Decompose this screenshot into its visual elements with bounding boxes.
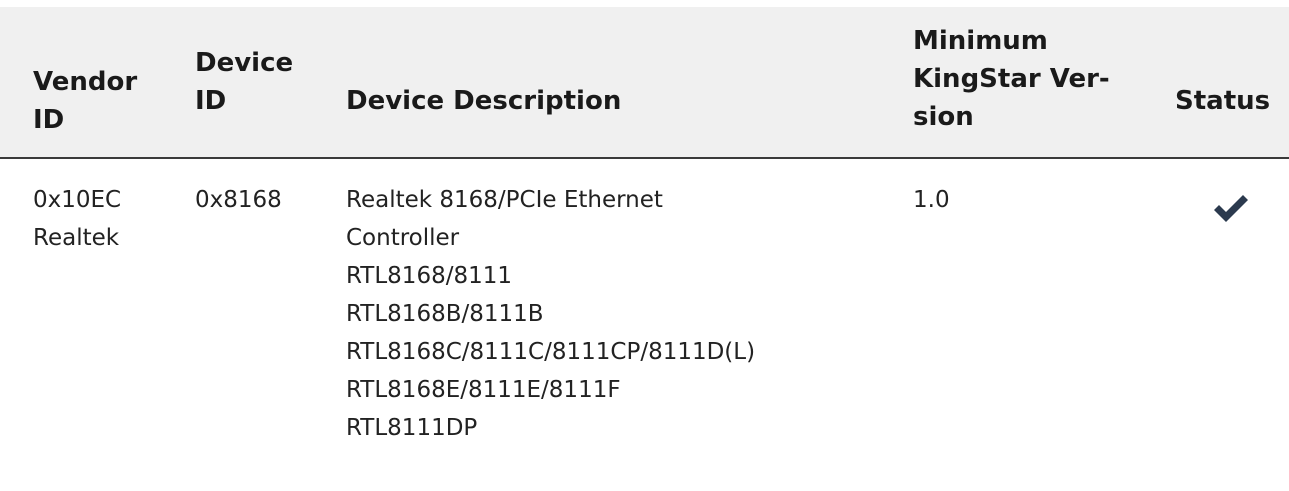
header-vendor-id-line: Vendor [33, 67, 138, 97]
description-line: RTL8168B/8111B [346, 301, 544, 327]
header-device-id-line: ID [195, 86, 227, 116]
cell-minimum-version: 1.0 [913, 181, 1113, 219]
cell-device-id: 0x8168 [195, 181, 315, 219]
header-device-description-label: Device Description [346, 86, 622, 116]
description-line: Controller [346, 225, 460, 251]
header-device-id: Device ID [195, 44, 315, 120]
device-id-hex: 0x8168 [195, 187, 282, 213]
description-line: RTL8168E/8111E/8111F [346, 377, 621, 403]
checkmark-icon [1214, 195, 1248, 222]
header-vendor-id-line: ID [33, 105, 65, 135]
description-line: RTL8111DP [346, 415, 478, 441]
vendor-id-hex: 0x10EC [33, 187, 122, 213]
header-device-id-line: Device [195, 48, 294, 78]
description-line: Realtek 8168/PCIe Ethernet [346, 187, 663, 213]
vendor-name: Realtek [33, 225, 120, 251]
cell-vendor-id: 0x10EC Realtek [33, 181, 183, 257]
header-device-description: Device Description [346, 82, 846, 120]
header-minimum-version: Minimum KingStar Ver- sion [913, 22, 1153, 136]
cell-device-description: Realtek 8168/PCIe Ethernet Controller RT… [346, 181, 906, 447]
device-support-table: Vendor ID Device ID Device Description M… [0, 0, 1289, 491]
header-minimum-version-line: Minimum [913, 26, 1048, 56]
header-status: Status [1175, 82, 1285, 120]
header-status-label: Status [1175, 86, 1271, 116]
header-minimum-version-line: sion [913, 102, 974, 132]
minimum-version-value: 1.0 [913, 187, 950, 213]
header-vendor-id: Vendor ID [33, 63, 173, 139]
description-line: RTL8168/8111 [346, 263, 512, 289]
description-line: RTL8168C/8111C/8111CP/8111D(L) [346, 339, 756, 365]
header-minimum-version-line: KingStar Ver- [913, 64, 1110, 94]
